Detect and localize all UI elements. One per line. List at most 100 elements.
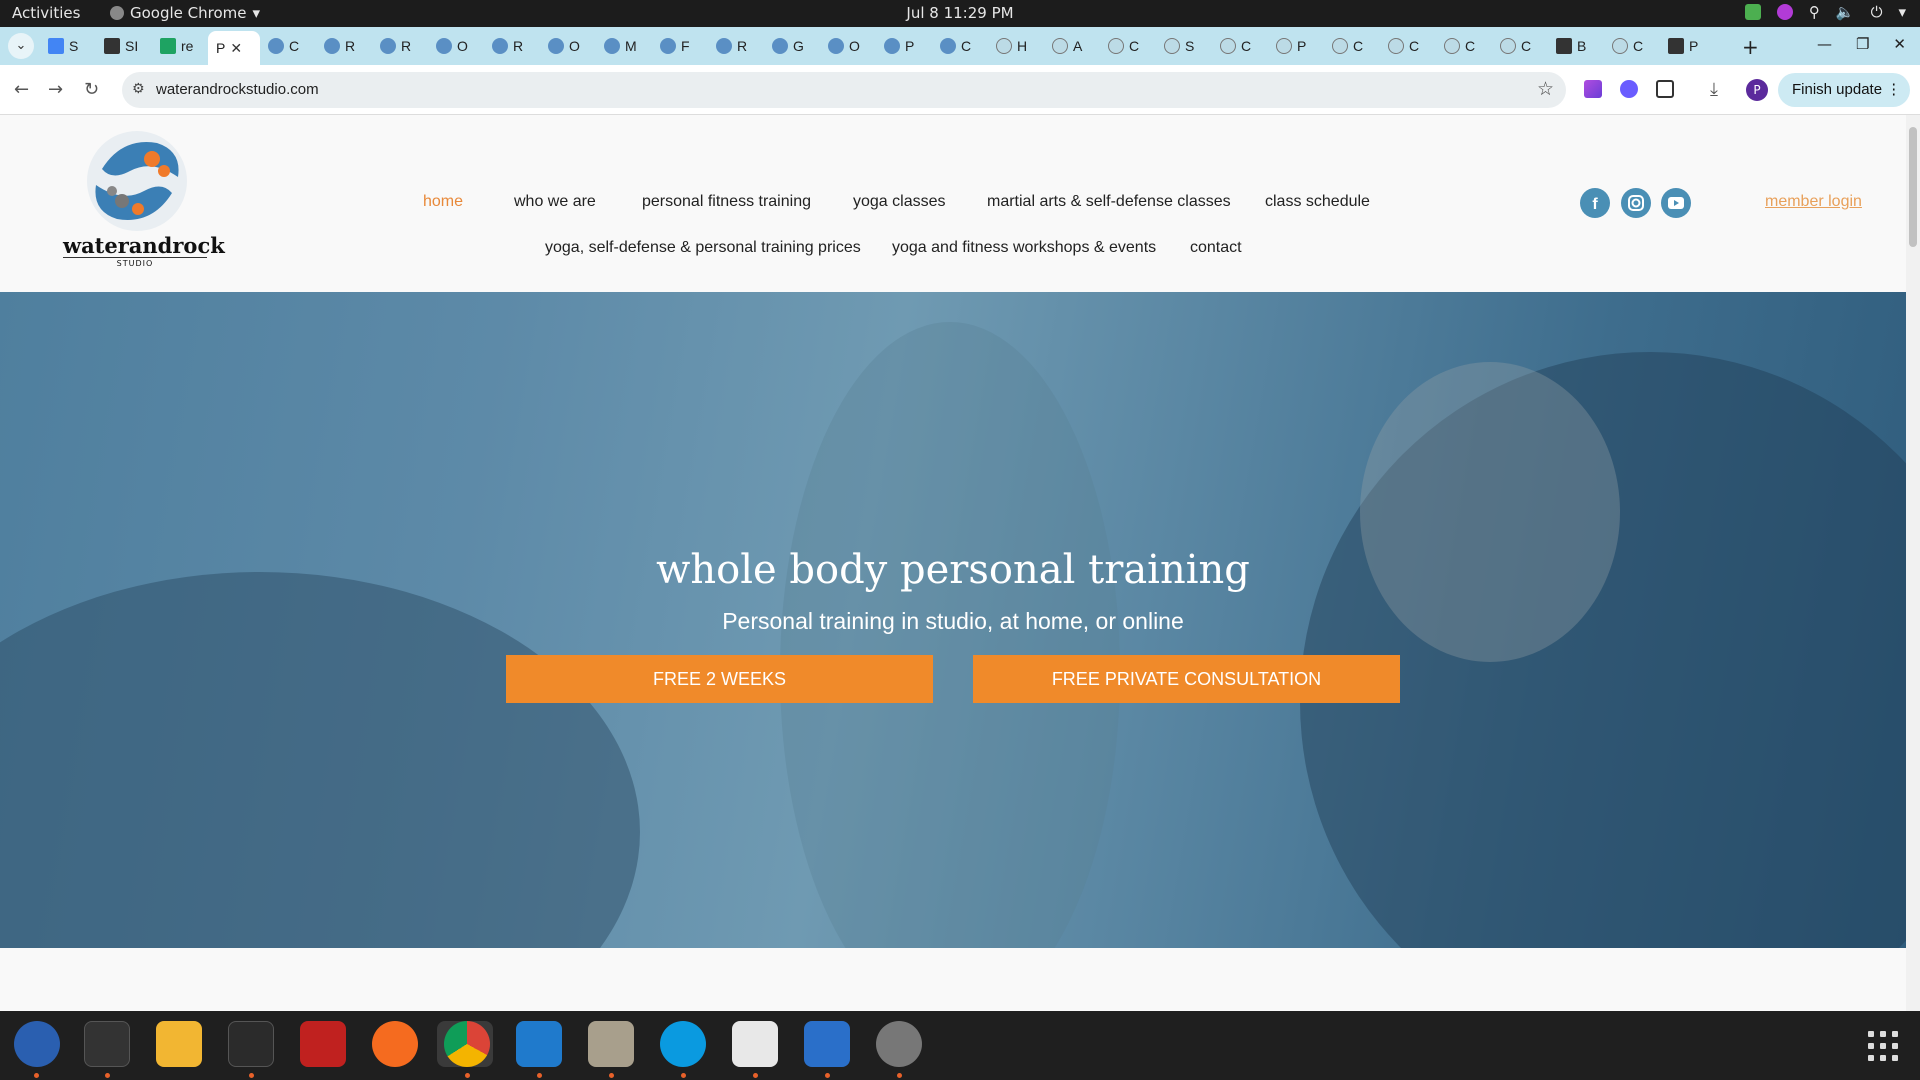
browser-tab[interactable]: P ✕ <box>208 31 260 65</box>
tab-label: C <box>289 38 300 54</box>
browser-tab[interactable]: C <box>932 31 988 61</box>
browser-tab[interactable]: M <box>596 31 652 61</box>
close-tab-icon[interactable]: ✕ <box>230 40 242 57</box>
nav-class-schedule[interactable]: class schedule <box>1265 193 1370 211</box>
firefox-icon[interactable] <box>372 1021 418 1067</box>
nav-contact[interactable]: contact <box>1190 239 1242 257</box>
chrome-icon[interactable] <box>444 1021 490 1067</box>
minimize-icon[interactable]: — <box>1817 35 1832 53</box>
instagram-icon[interactable] <box>1621 188 1651 218</box>
browser-tab[interactable]: R <box>708 31 764 61</box>
nav-prices[interactable]: yoga, self-defense & personal training p… <box>545 239 861 257</box>
browser-tab[interactable]: C <box>260 31 316 61</box>
volume-icon[interactable]: 🔈 <box>1836 3 1855 21</box>
tab-search-button[interactable]: ⌄ <box>8 33 34 59</box>
forward-icon[interactable]: → <box>48 79 63 100</box>
vscode-icon[interactable] <box>516 1021 562 1067</box>
finish-update-label: Finish update <box>1792 81 1883 98</box>
nav-who-we-are[interactable]: who we are <box>514 193 596 211</box>
skype-icon[interactable] <box>660 1021 706 1067</box>
running-indicator <box>825 1073 830 1078</box>
browser-tab[interactable]: H <box>988 31 1044 61</box>
terminal-icon[interactable] <box>84 1021 130 1067</box>
facebook-icon[interactable]: f <box>1580 188 1610 218</box>
browser-tab[interactable]: O <box>820 31 876 61</box>
browser-tab[interactable]: C <box>1604 31 1660 61</box>
browser-tab[interactable]: R <box>316 31 372 61</box>
browser-tab[interactable]: C <box>1380 31 1436 61</box>
scrollbar-thumb[interactable] <box>1909 127 1917 247</box>
tab-label: M <box>625 38 637 54</box>
nav-martial-arts[interactable]: martial arts & self-defense classes <box>987 193 1231 211</box>
browser-tab[interactable]: R <box>372 31 428 61</box>
browser-tab[interactable]: S <box>40 31 96 61</box>
browser-toolbar: ← → ↻ ⚙ waterandrockstudio.com ☆ ⤓ P Fin… <box>0 65 1920 115</box>
pen-extension-icon[interactable] <box>1584 80 1602 98</box>
nav-workshops-events[interactable]: yoga and fitness workshops & events <box>892 239 1156 257</box>
url-text[interactable]: waterandrockstudio.com <box>156 81 319 98</box>
sparkle-extension-icon[interactable] <box>1620 80 1638 98</box>
filezilla-icon[interactable] <box>300 1021 346 1067</box>
browser-tab[interactable]: C <box>1324 31 1380 61</box>
power-icon[interactable]: ⏻ <box>1871 3 1883 21</box>
browser-tab[interactable]: O <box>540 31 596 61</box>
browser-tab[interactable]: P <box>1268 31 1324 61</box>
tab-label: G <box>793 38 804 54</box>
browser-tab[interactable]: P <box>876 31 932 61</box>
thunderbird-icon[interactable] <box>14 1021 60 1067</box>
site-icon <box>380 38 396 54</box>
browser-tab[interactable]: SI <box>96 31 152 61</box>
browser-tab[interactable]: P <box>1660 31 1716 61</box>
nav-yoga-classes[interactable]: yoga classes <box>853 193 946 211</box>
youtube-icon[interactable] <box>1661 188 1691 218</box>
new-tab-button[interactable]: + <box>1742 35 1759 59</box>
site-logo[interactable]: waterandrock STUDIO <box>60 129 225 279</box>
browser-tab[interactable]: R <box>484 31 540 61</box>
system-tray[interactable]: ⚲ 🔈 ⏻ ▾ <box>1744 3 1906 21</box>
bookmark-star-icon[interactable]: ☆ <box>1537 78 1554 100</box>
back-icon[interactable]: ← <box>14 79 29 100</box>
free-consultation-button[interactable]: FREE PRIVATE CONSULTATION <box>973 655 1400 703</box>
browser-tab[interactable]: S <box>1156 31 1212 61</box>
browser-tab[interactable]: F <box>652 31 708 61</box>
network-icon[interactable]: ⚲ <box>1809 3 1820 21</box>
page-scrollbar[interactable] <box>1906 115 1920 1011</box>
tab-label: C <box>1521 38 1532 54</box>
writer-icon[interactable] <box>804 1021 850 1067</box>
color-picker-icon[interactable] <box>1776 4 1793 20</box>
site-icon <box>436 38 452 54</box>
disk-icon[interactable] <box>876 1021 922 1067</box>
chevron-down-icon[interactable]: ▾ <box>1898 3 1906 21</box>
show-apps-icon[interactable] <box>1868 1031 1898 1061</box>
close-icon[interactable]: ✕ <box>1893 35 1906 53</box>
browser-tab[interactable]: C <box>1100 31 1156 61</box>
reload-icon[interactable]: ↻ <box>84 79 99 100</box>
address-bar[interactable]: ⚙ waterandrockstudio.com ☆ <box>122 72 1566 108</box>
site-info-icon[interactable]: ⚙ <box>132 81 145 97</box>
extensions-puzzle-icon[interactable] <box>1656 80 1674 98</box>
browser-tab[interactable]: re <box>152 31 208 61</box>
nav-home[interactable]: home <box>423 193 463 211</box>
finish-update-button[interactable]: Finish update ⋮ <box>1778 73 1910 107</box>
calculator-icon[interactable] <box>156 1021 202 1067</box>
free-two-weeks-button[interactable]: FREE 2 WEEKS <box>506 655 933 703</box>
profile-avatar[interactable]: P <box>1746 79 1768 101</box>
browser-tab[interactable]: C <box>1436 31 1492 61</box>
restore-icon[interactable]: ❐ <box>1856 35 1869 53</box>
member-login-link[interactable]: member login <box>1765 193 1862 211</box>
files-icon[interactable] <box>588 1021 634 1067</box>
browser-tab[interactable]: B <box>1548 31 1604 61</box>
browser-tab[interactable]: A <box>1044 31 1100 61</box>
browser-tab[interactable]: C <box>1212 31 1268 61</box>
system-monitor-icon[interactable] <box>228 1021 274 1067</box>
text-editor-icon[interactable] <box>732 1021 778 1067</box>
browser-tab[interactable]: C <box>1492 31 1548 61</box>
shield-icon[interactable] <box>1744 4 1761 20</box>
site-icon <box>492 38 508 54</box>
download-icon[interactable]: ⤓ <box>1710 79 1718 100</box>
nav-personal-fitness-training[interactable]: personal fitness training <box>642 193 811 211</box>
tab-label: S <box>1185 38 1195 54</box>
clock[interactable]: Jul 8 11:29 PM <box>0 4 1920 22</box>
browser-tab[interactable]: G <box>764 31 820 61</box>
browser-tab[interactable]: O <box>428 31 484 61</box>
